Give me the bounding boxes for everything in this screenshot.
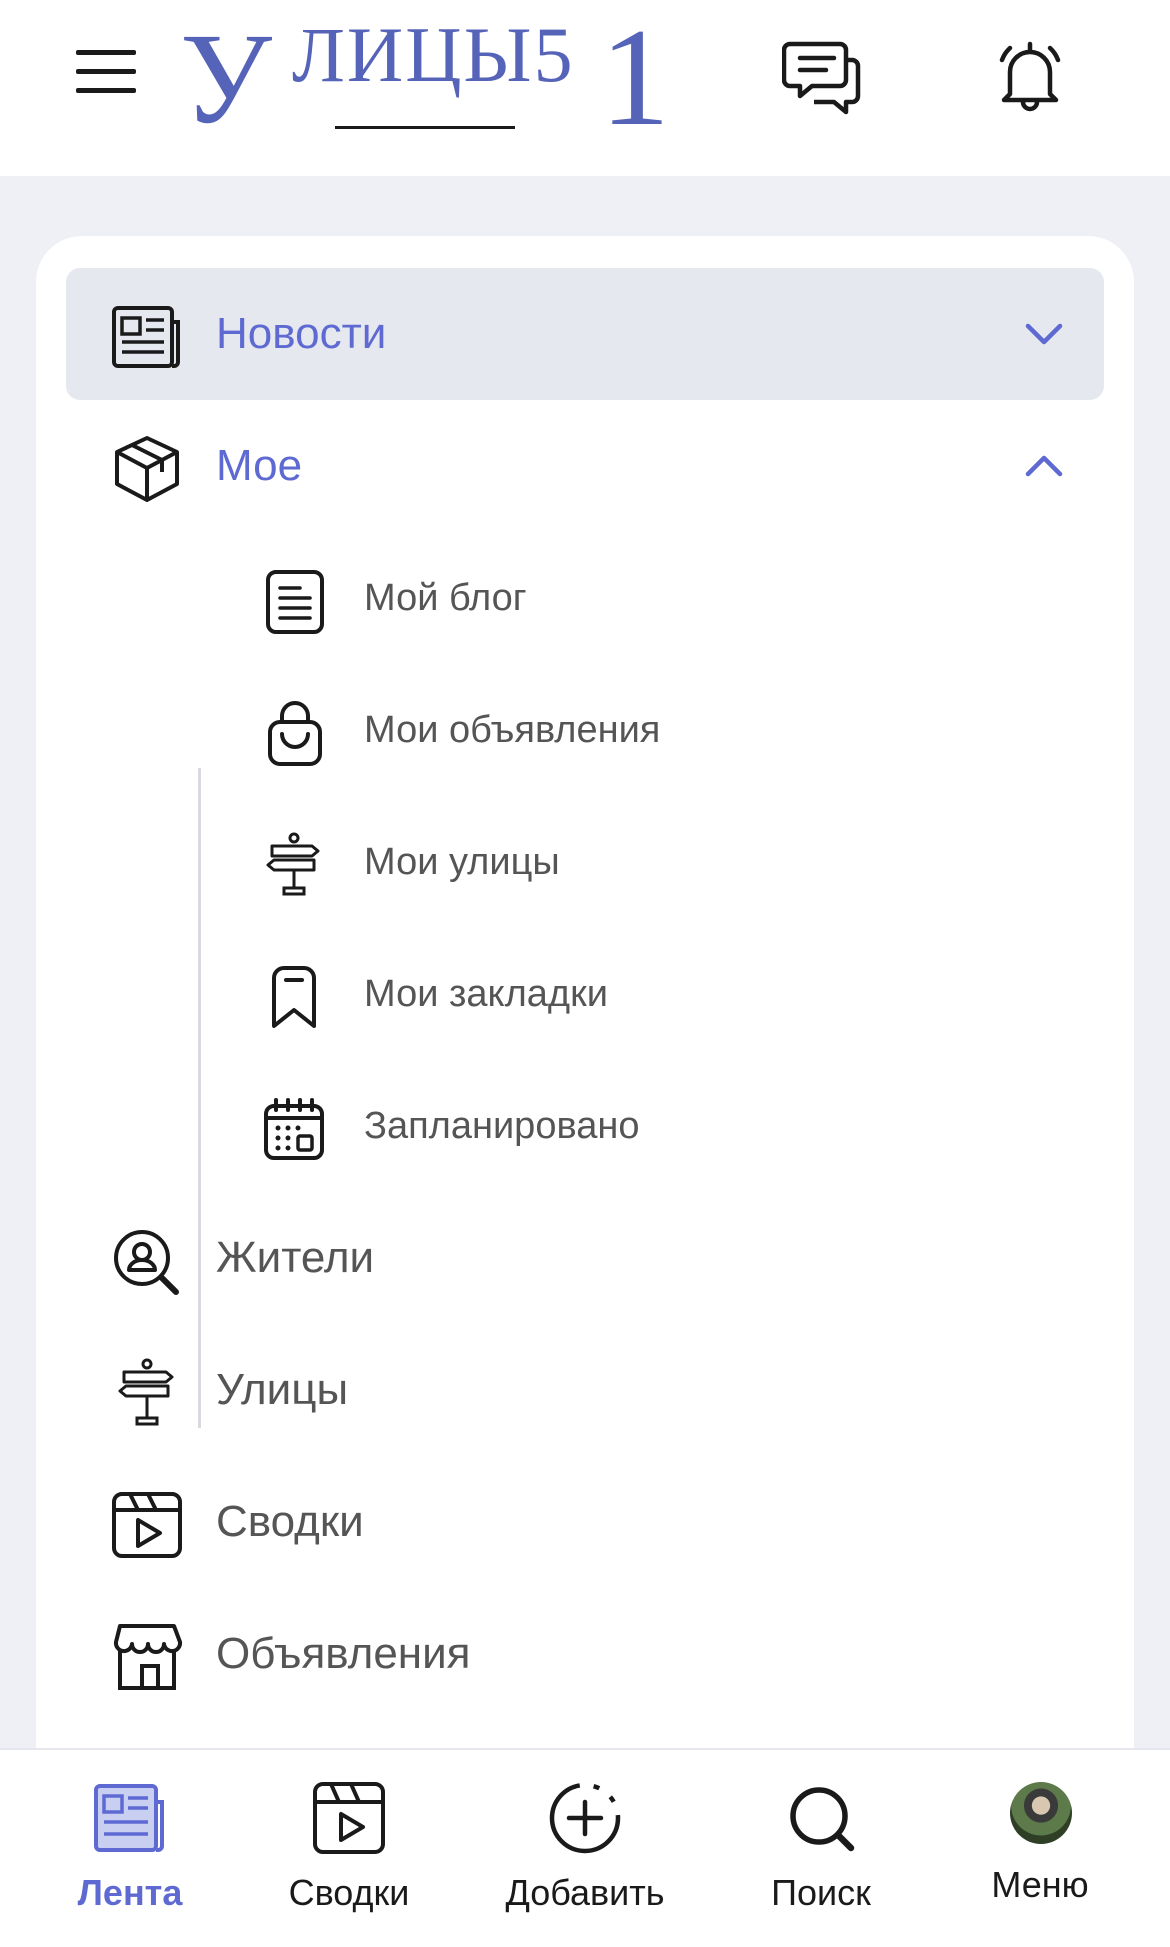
menu-item-summaries[interactable]: Сводки	[66, 1456, 1104, 1588]
signpost-icon	[266, 832, 320, 896]
submenu-item-label: Мои объявления	[364, 709, 661, 751]
user-avatar	[1010, 1782, 1072, 1844]
menu-item-ads-label: Объявления	[216, 1629, 471, 1678]
submenu-item-label: Запланировано	[364, 1105, 640, 1147]
menu-item-summaries-label: Сводки	[216, 1497, 364, 1546]
app-logo[interactable]: У ЛИЦЫ5 1	[180, 8, 670, 148]
submenu-item-my-blog[interactable]: Мой блог	[216, 532, 1096, 664]
menu-item-mine-label: Мое	[216, 441, 303, 490]
hamburger-menu-icon[interactable]	[74, 46, 140, 98]
bookmark-icon	[272, 966, 316, 1028]
top-bar: У ЛИЦЫ5 1	[0, 0, 1170, 176]
logo-part-3: 1	[600, 0, 670, 155]
tab-menu[interactable]: Меню	[940, 1750, 1140, 1947]
tab-menu-label: Меню	[991, 1864, 1089, 1905]
chevron-down-icon[interactable]	[1024, 316, 1064, 352]
newspaper-icon	[94, 1784, 164, 1852]
navigation-menu-card: Новости Мое Мой блог Мои объявления Мои …	[36, 236, 1134, 1796]
submenu-item-label: Мои закладки	[364, 973, 608, 1015]
tab-summaries[interactable]: Сводки	[249, 1750, 449, 1947]
video-reel-icon	[313, 1782, 385, 1854]
tab-feed[interactable]: Лента	[30, 1750, 230, 1947]
submenu-item-scheduled[interactable]: Запланировано	[216, 1060, 1096, 1192]
submenu-item-my-bookmarks[interactable]: Мои закладки	[216, 928, 1096, 1060]
chat-icon[interactable]	[782, 36, 862, 116]
signpost-icon	[118, 1358, 174, 1426]
logo-underline	[335, 126, 515, 129]
submenu-item-label: Мой блог	[364, 577, 527, 619]
logo-part-2: ЛИЦЫ5	[292, 11, 575, 98]
video-reel-icon	[112, 1492, 182, 1558]
menu-item-news[interactable]: Новости	[66, 268, 1104, 400]
bottom-navigation: Лента Сводки Добавить Поиск Меню	[0, 1748, 1170, 1947]
submenu-item-my-ads[interactable]: Мои объявления	[216, 664, 1096, 796]
bell-icon[interactable]	[990, 36, 1070, 116]
menu-item-news-label: Новости	[216, 309, 387, 358]
package-box-icon	[115, 436, 179, 502]
tab-search[interactable]: Поиск	[721, 1750, 921, 1947]
menu-item-streets-label: Улицы	[216, 1365, 349, 1414]
add-circle-icon	[549, 1782, 621, 1854]
tab-search-label: Поиск	[771, 1872, 871, 1913]
menu-item-residents-label: Жители	[216, 1233, 375, 1282]
search-icon	[790, 1787, 855, 1852]
tab-feed-label: Лента	[77, 1872, 183, 1913]
menu-item-residents[interactable]: Жители	[66, 1192, 1104, 1324]
storefront-icon	[113, 1624, 183, 1690]
user-search-icon	[114, 1230, 179, 1295]
tab-add[interactable]: Добавить	[485, 1750, 685, 1947]
menu-item-streets[interactable]: Улицы	[66, 1324, 1104, 1456]
tab-add-label: Добавить	[505, 1872, 665, 1913]
document-icon	[266, 570, 324, 634]
calendar-icon	[264, 1098, 324, 1160]
chevron-up-icon[interactable]	[1024, 448, 1064, 484]
menu-item-mine[interactable]: Мое	[66, 400, 1104, 532]
logo-part-1: У	[180, 7, 273, 151]
newspaper-icon	[112, 306, 180, 368]
tab-summaries-label: Сводки	[288, 1872, 410, 1913]
submenu-item-label: Мои улицы	[364, 841, 560, 883]
submenu-item-my-streets[interactable]: Мои улицы	[216, 796, 1096, 928]
menu-item-ads[interactable]: Объявления	[66, 1588, 1104, 1720]
shopping-bag-icon	[268, 701, 322, 766]
